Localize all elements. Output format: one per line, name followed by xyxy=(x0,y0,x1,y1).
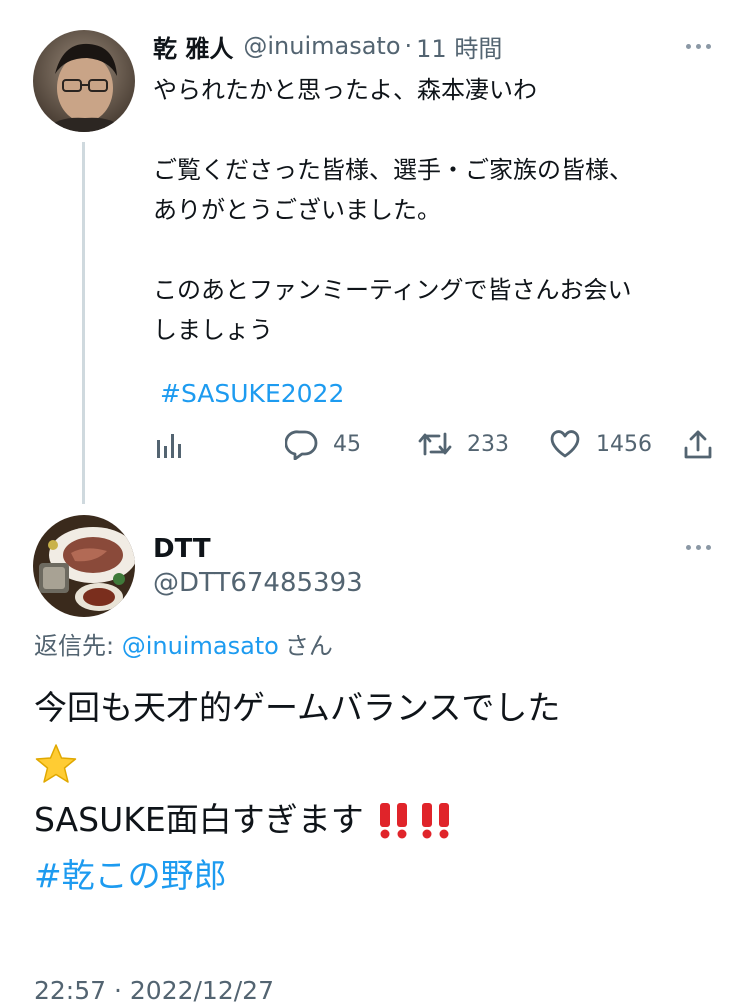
like-count: 1456 xyxy=(596,431,652,457)
handle[interactable]: @inuimasato xyxy=(243,32,400,60)
tweet1-header: 乾 雅人 @inuimasato · 11 時間 xyxy=(153,29,502,64)
retweet-count: 233 xyxy=(467,431,509,457)
double-exclamation-icon xyxy=(378,801,452,839)
like-button[interactable]: 1456 xyxy=(548,428,652,460)
tweet2-display-name[interactable]: DTT xyxy=(153,533,211,565)
timestamp-relative[interactable]: 11 時間 xyxy=(416,29,502,64)
analytics-icon[interactable] xyxy=(155,430,183,464)
tweet-text-line: このあとファンミーティングで皆さんお会い xyxy=(153,276,632,304)
hashtag-link[interactable]: #SASUKE2022 xyxy=(160,374,344,414)
tweet2-handle[interactable]: @DTT67485393 xyxy=(153,567,363,599)
retweet-button[interactable]: 233 xyxy=(417,428,509,460)
action-bar: 45 233 1456 xyxy=(155,426,715,466)
reply-button[interactable]: 45 xyxy=(285,428,361,460)
more-icon[interactable] xyxy=(686,545,711,550)
reply-to-handle-link[interactable]: @inuimasato xyxy=(122,632,279,660)
retweet-icon xyxy=(417,428,453,460)
share-icon[interactable] xyxy=(683,428,713,464)
tweet2-body: 今回も天才的ゲームバランスでした SASUKE面白すぎます #乾この野郎 xyxy=(34,680,560,904)
tweet2-timestamp[interactable]: 22:57 · 2022/12/27 xyxy=(34,975,274,1007)
tweet-text-line: やられたかと思ったよ、森本凄いわ xyxy=(153,76,537,104)
reply-icon xyxy=(285,428,319,460)
thread-connector-line xyxy=(82,142,85,504)
reply-to-suffix: さん xyxy=(284,632,333,660)
star-emoji-icon xyxy=(34,736,560,792)
tweet1-body: やられたかと思ったよ、森本凄いわ ご覧くださった皆様、選手・ご家族の皆様、 あり… xyxy=(153,70,633,350)
separator: · xyxy=(404,32,413,60)
reply-to-line: 返信先: @inuimasato さん xyxy=(34,630,333,662)
tweet-text-line: 今回も天才的ゲームバランスでした xyxy=(34,688,561,727)
reply-count: 45 xyxy=(333,431,361,457)
hashtag-link[interactable]: #乾この野郎 xyxy=(34,848,560,904)
tweet-text-line: ご覧くださった皆様、選手・ご家族の皆様、 xyxy=(153,156,633,184)
reply-to-label: 返信先: xyxy=(34,632,122,660)
tweet-text-line: ありがとうございました。 xyxy=(153,196,441,224)
like-icon xyxy=(548,428,582,460)
tweet-text-line: SASUKE面白すぎます xyxy=(34,800,364,839)
avatar-dtt[interactable] xyxy=(33,515,135,617)
display-name[interactable]: 乾 雅人 xyxy=(153,29,233,64)
more-icon[interactable] xyxy=(686,44,711,49)
avatar-inuimasato[interactable] xyxy=(33,30,135,132)
tweet-text-line: しましょう xyxy=(153,316,273,344)
